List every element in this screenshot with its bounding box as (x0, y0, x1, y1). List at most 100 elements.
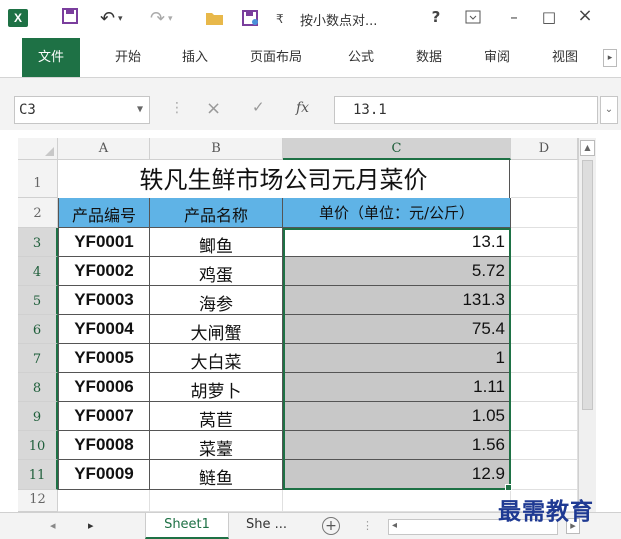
tab-home[interactable]: 开始 (102, 38, 154, 77)
cell-product-name[interactable]: 海参 (150, 286, 283, 315)
header-cell-name[interactable]: 产品名称 (150, 198, 283, 228)
row-header-5[interactable]: 5 (18, 286, 58, 315)
ribbon-display-options-icon[interactable] (462, 10, 484, 28)
tab-review[interactable]: 审阅 (472, 38, 522, 77)
cell-product-name[interactable]: 胡萝卜 (150, 373, 283, 402)
cell-product-code[interactable]: YF0005 (58, 344, 150, 373)
cell-product-code[interactable]: YF0006 (58, 373, 150, 402)
save-as-icon[interactable] (242, 10, 260, 30)
formula-input[interactable]: 13.1 (334, 96, 598, 124)
cell-product-name[interactable]: 菜薹 (150, 431, 283, 460)
sheet-title-cell[interactable]: 轶凡生鲜市场公司元月菜价 (58, 160, 510, 198)
name-box[interactable]: C3 ▼ (14, 96, 150, 124)
confirm-entry-icon[interactable]: ✓ (252, 98, 265, 116)
scroll-up-icon[interactable]: ▲ (580, 140, 595, 156)
open-folder-icon[interactable] (205, 10, 225, 30)
cell-a12[interactable] (58, 490, 150, 512)
cell-product-name[interactable]: 鸡蛋 (150, 257, 283, 286)
header-cell-price[interactable]: 单价（单位：元/公斤） (283, 198, 511, 228)
row-header-2[interactable]: 2 (18, 198, 58, 228)
tab-formulas[interactable]: 公式 (336, 38, 386, 77)
undo-dropdown-icon[interactable]: ▾ (118, 14, 123, 24)
tab-insert[interactable]: 插入 (170, 38, 220, 77)
help-button[interactable]: ? (425, 8, 447, 26)
expand-formula-bar-icon[interactable]: ⌄ (600, 96, 618, 124)
cell-d1[interactable] (511, 160, 578, 198)
row-header-11[interactable]: 11 (18, 460, 58, 490)
cell-price[interactable]: 5.72 (283, 257, 511, 286)
column-header-c[interactable]: C (283, 138, 511, 160)
cell-c12[interactable] (283, 490, 511, 512)
fill-handle[interactable] (505, 484, 512, 491)
maximize-button[interactable]: □ (538, 8, 560, 26)
cell-empty-d[interactable] (511, 431, 578, 460)
cell-empty-d[interactable] (511, 460, 578, 490)
row-header-10[interactable]: 10 (18, 431, 58, 460)
sheet-tab-sheet1[interactable]: Sheet1 (145, 513, 229, 539)
redo-dropdown-icon[interactable]: ▾ (168, 14, 173, 24)
cell-price[interactable]: 1.11 (283, 373, 511, 402)
row-header-3[interactable]: 3 (18, 228, 58, 257)
tab-data[interactable]: 数据 (404, 38, 454, 77)
cell-b12[interactable] (150, 490, 283, 512)
save-icon[interactable] (62, 8, 78, 28)
header-cell-code[interactable]: 产品编号 (58, 198, 150, 228)
vertical-scroll-thumb[interactable] (582, 160, 593, 410)
row-header-6[interactable]: 6 (18, 315, 58, 344)
minimize-button[interactable]: – (503, 8, 525, 26)
cell-empty-d[interactable] (511, 257, 578, 286)
cell-product-code[interactable]: YF0009 (58, 460, 150, 490)
sheet-nav-prev-icon[interactable]: ◂ (50, 519, 56, 532)
cell-product-code[interactable]: YF0008 (58, 431, 150, 460)
vertical-scrollbar[interactable]: ▲ (578, 138, 596, 518)
column-header-d[interactable]: D (511, 138, 578, 160)
customize-qat-icon[interactable]: ₹ (276, 12, 284, 26)
scroll-left-icon[interactable]: ◂ (392, 520, 397, 531)
redo-icon[interactable]: ↷ (150, 8, 165, 29)
cell-product-code[interactable]: YF0002 (58, 257, 150, 286)
row-header-4[interactable]: 4 (18, 257, 58, 286)
cell-d2[interactable] (511, 198, 578, 228)
tab-view[interactable]: 视图 (540, 38, 590, 77)
cell-empty-d[interactable] (511, 286, 578, 315)
cell-product-code[interactable]: YF0001 (58, 228, 150, 257)
close-button[interactable]: × (574, 5, 596, 26)
column-header-a[interactable]: A (58, 138, 150, 160)
row-header-12[interactable]: 12 (18, 490, 58, 512)
cell-empty-d[interactable] (511, 315, 578, 344)
ribbon-scroll-right-icon[interactable]: ▸ (603, 49, 617, 67)
cell-product-name[interactable]: 大闸蟹 (150, 315, 283, 344)
tab-split-grip-icon[interactable]: ⋮ (362, 519, 373, 532)
cell-price[interactable]: 1.05 (283, 402, 511, 431)
sheet-nav-next-icon[interactable]: ▸ (88, 519, 94, 532)
cell-empty-d[interactable] (511, 344, 578, 373)
cancel-entry-icon[interactable]: × (206, 98, 221, 119)
row-header-8[interactable]: 8 (18, 373, 58, 402)
cell-product-name[interactable]: 莴苣 (150, 402, 283, 431)
cell-product-code[interactable]: YF0004 (58, 315, 150, 344)
row-header-9[interactable]: 9 (18, 402, 58, 431)
cell-product-name[interactable]: 大白菜 (150, 344, 283, 373)
cell-product-name[interactable]: 鲢鱼 (150, 460, 283, 490)
cell-empty-d[interactable] (511, 373, 578, 402)
cell-product-code[interactable]: YF0003 (58, 286, 150, 315)
cell-empty-d[interactable] (511, 402, 578, 431)
cell-product-name[interactable]: 鲫鱼 (150, 228, 283, 257)
excel-app-icon[interactable]: X (8, 9, 28, 27)
name-box-dropdown-icon[interactable]: ▼ (137, 97, 143, 123)
insert-function-icon[interactable]: fx (296, 100, 309, 116)
select-all-corner[interactable] (18, 138, 58, 160)
cell-price[interactable]: 1.56 (283, 431, 511, 460)
cell-price[interactable]: 75.4 (283, 315, 511, 344)
cell-price[interactable]: 1 (283, 344, 511, 373)
cell-product-code[interactable]: YF0007 (58, 402, 150, 431)
active-cell-price[interactable]: 13.1 (283, 228, 511, 257)
row-header-7[interactable]: 7 (18, 344, 58, 373)
sheet-tab-next[interactable]: She ... (236, 513, 297, 539)
tab-file[interactable]: 文件 (22, 38, 80, 77)
cell-price[interactable]: 131.3 (283, 286, 511, 315)
tab-page-layout[interactable]: 页面布局 (240, 38, 312, 77)
column-header-b[interactable]: B (150, 138, 283, 160)
add-sheet-icon[interactable]: + (322, 517, 340, 535)
cell-price[interactable]: 12.9 (283, 460, 511, 490)
